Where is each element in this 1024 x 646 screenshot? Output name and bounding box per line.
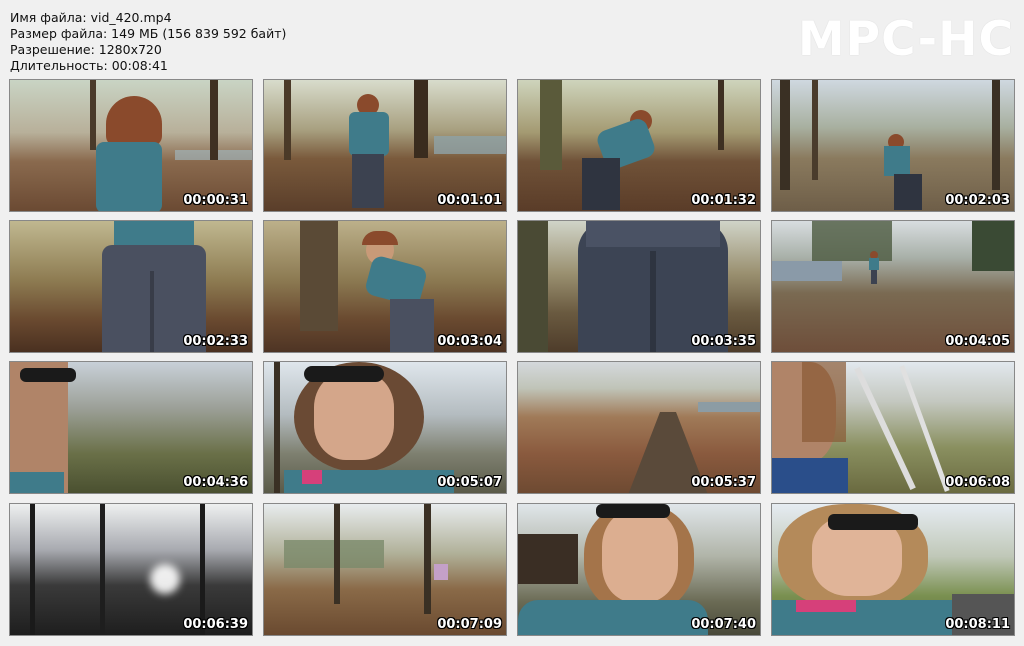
timestamp: 00:04:36 [183,475,248,490]
thumbnail[interactable]: 00:04:36 [9,361,253,494]
thumbnail[interactable]: 00:01:32 [517,79,761,212]
thumbnail[interactable]: 00:08:11 [771,503,1015,636]
file-info: Имя файла: vid_420.mp4 Размер файла: 149… [10,10,286,74]
thumbnail[interactable]: 00:07:09 [263,503,507,636]
mpc-hc-logo: MPC-HC [797,12,1014,67]
thumbnail[interactable]: 00:05:37 [517,361,761,494]
timestamp: 00:04:05 [945,334,1010,349]
thumbnail[interactable]: 00:04:05 [771,220,1015,353]
thumbnail[interactable]: 00:03:04 [263,220,507,353]
timestamp: 00:08:11 [945,617,1010,632]
timestamp: 00:00:31 [183,193,248,208]
thumbnail[interactable]: 00:06:08 [771,361,1015,494]
timestamp: 00:05:37 [691,475,756,490]
timestamp: 00:02:33 [183,334,248,349]
timestamp: 00:01:01 [437,193,502,208]
thumbnail[interactable]: 00:00:31 [9,79,253,212]
timestamp: 00:03:35 [691,334,756,349]
thumbnail[interactable]: 00:01:01 [263,79,507,212]
file-size-line: Размер файла: 149 МБ (156 839 592 байт) [10,26,287,41]
resolution-line: Разрешение: 1280x720 [10,42,162,57]
timestamp: 00:01:32 [691,193,756,208]
thumbnail[interactable]: 00:07:40 [517,503,761,636]
timestamp: 00:03:04 [437,334,502,349]
thumbnail[interactable]: 00:03:35 [517,220,761,353]
thumbnail[interactable]: 00:02:03 [771,79,1015,212]
file-name-line: Имя файла: vid_420.mp4 [10,10,172,25]
timestamp: 00:06:08 [945,475,1010,490]
thumbnail[interactable]: 00:05:07 [263,361,507,494]
thumbnail[interactable]: 00:02:33 [9,220,253,353]
timestamp: 00:07:09 [437,617,502,632]
duration-line: Длительность: 00:08:41 [10,58,168,73]
timestamp: 00:02:03 [945,193,1010,208]
timestamp: 00:05:07 [437,475,502,490]
timestamp: 00:06:39 [183,617,248,632]
timestamp: 00:07:40 [691,617,756,632]
thumbnail-grid: 00:00:31 00:01:01 00:01:32 00:02:03 00:0… [9,79,1015,636]
thumbnail[interactable]: 00:06:39 [9,503,253,636]
